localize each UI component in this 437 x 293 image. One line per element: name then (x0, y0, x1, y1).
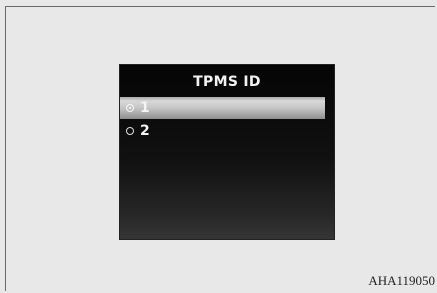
option-label: 1 (140, 100, 150, 116)
option-label: 2 (140, 123, 150, 139)
display-screen: TPMS ID 1 2 (120, 65, 334, 239)
radio-selected-icon (126, 104, 134, 112)
figure-code: AHA119050 (368, 273, 435, 288)
radio-unselected-icon (126, 127, 134, 135)
tpms-id-option-2[interactable]: 2 (120, 120, 325, 142)
screen-title: TPMS ID (193, 74, 261, 90)
tpms-id-option-1[interactable]: 1 (120, 97, 325, 119)
